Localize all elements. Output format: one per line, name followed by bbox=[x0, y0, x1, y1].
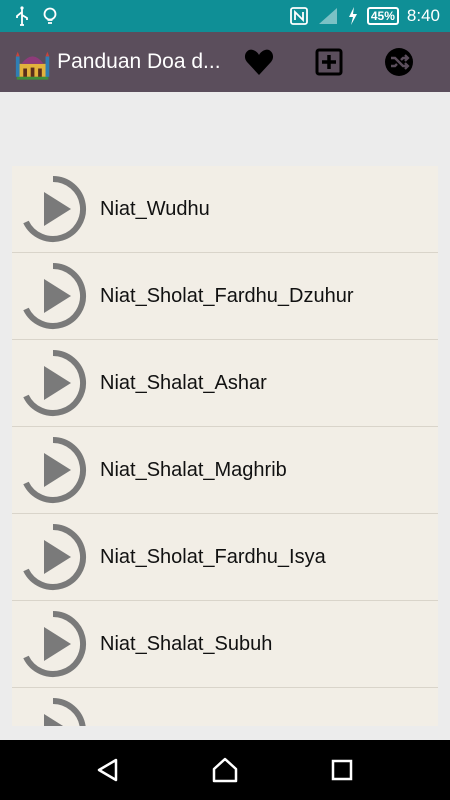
app-bar: Panduan Doa d... bbox=[0, 32, 450, 92]
list-item-label: Niat_Sholat_Fardhu_Isya bbox=[100, 545, 326, 568]
list-item-label: Niat_Wudhu bbox=[100, 197, 210, 220]
list-item-label: Niat_Shalat_Ashar bbox=[100, 371, 267, 394]
play-icon bbox=[23, 176, 87, 242]
home-icon bbox=[212, 757, 238, 783]
prayer-list: Niat_Wudhu Niat_Sholat_Fardhu_Dzuhur Nia… bbox=[12, 166, 438, 726]
heart-icon bbox=[244, 49, 274, 75]
play-icon bbox=[23, 350, 87, 416]
list-item-label: Niat_Shalat_Subuh bbox=[100, 632, 273, 655]
list-item-label: Niat_Shalat_Maghrib bbox=[100, 458, 287, 481]
clock: 8:40 bbox=[406, 6, 440, 25]
play-icon bbox=[23, 611, 87, 677]
list-item[interactable] bbox=[12, 688, 438, 726]
charging-icon bbox=[348, 7, 357, 25]
signal-icon bbox=[318, 8, 337, 24]
recents-button[interactable] bbox=[317, 745, 367, 795]
usb-icon bbox=[16, 6, 28, 26]
mosque-logo-icon bbox=[15, 51, 50, 80]
favorite-button[interactable] bbox=[224, 32, 294, 92]
status-right: 45% 8:40 bbox=[289, 6, 440, 26]
play-icon bbox=[23, 263, 87, 329]
list-item[interactable]: Niat_Wudhu bbox=[12, 166, 438, 253]
bulb-icon bbox=[43, 7, 57, 24]
nfc-icon bbox=[289, 7, 308, 25]
add-button[interactable] bbox=[294, 32, 364, 92]
status-left bbox=[14, 6, 58, 26]
add-box-icon bbox=[315, 48, 343, 76]
list-item[interactable]: Niat_Sholat_Fardhu_Dzuhur bbox=[12, 253, 438, 340]
battery-indicator: 45% bbox=[366, 7, 399, 25]
play-icon bbox=[44, 698, 86, 726]
list-item[interactable]: Niat_Sholat_Fardhu_Isya bbox=[12, 514, 438, 601]
list-item-label: Niat_Sholat_Fardhu_Dzuhur bbox=[100, 284, 354, 307]
back-icon bbox=[98, 758, 118, 782]
navigation-bar bbox=[0, 740, 450, 800]
play-icon bbox=[23, 437, 87, 503]
recents-icon bbox=[331, 759, 352, 781]
app-actions bbox=[224, 32, 434, 92]
status-bar: 45% 8:40 bbox=[0, 0, 450, 32]
list-item[interactable]: Niat_Shalat_Ashar bbox=[12, 340, 438, 427]
list-item[interactable]: Niat_Shalat_Maghrib bbox=[12, 427, 438, 514]
shuffle-icon bbox=[385, 48, 413, 76]
back-button[interactable] bbox=[83, 745, 133, 795]
list-item[interactable]: Niat_Shalat_Subuh bbox=[12, 601, 438, 688]
shuffle-button[interactable] bbox=[364, 32, 434, 92]
play-icon bbox=[23, 524, 87, 590]
app-title: Panduan Doa d... bbox=[57, 50, 221, 73]
home-button[interactable] bbox=[200, 745, 250, 795]
